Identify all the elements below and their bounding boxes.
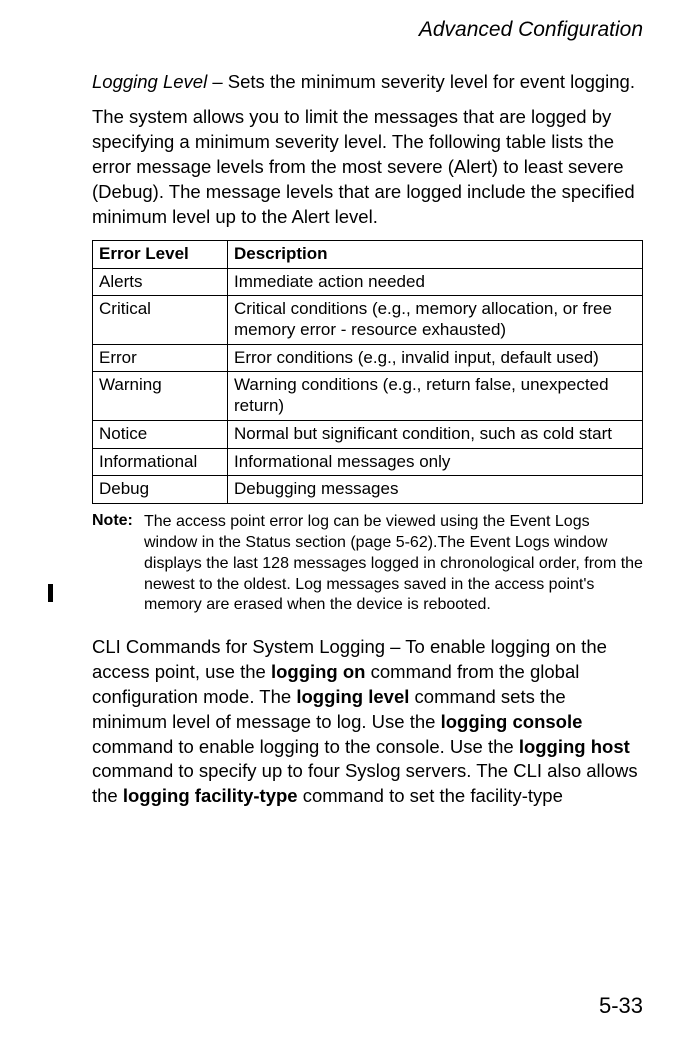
cell-level: Error	[93, 344, 228, 372]
change-bar-icon	[48, 584, 53, 602]
table-row: Warning Warning conditions (e.g., return…	[93, 372, 643, 420]
table-row: Informational Informational messages onl…	[93, 448, 643, 476]
table-row: Debug Debugging messages	[93, 476, 643, 504]
term-logging-level: Logging Level	[92, 71, 207, 92]
cell-desc: Normal but significant condition, such a…	[228, 420, 643, 448]
cmd-logging-facility-type: logging facility-type	[123, 785, 298, 806]
cell-desc: Informational messages only	[228, 448, 643, 476]
page-number: 5-33	[599, 993, 643, 1019]
cell-desc: Critical conditions (e.g., memory alloca…	[228, 296, 643, 344]
cell-desc: Immediate action needed	[228, 268, 643, 296]
table-row: Notice Normal but significant condition,…	[93, 420, 643, 448]
intro-paragraph: The system allows you to limit the messa…	[92, 105, 643, 230]
cli-text: command to enable logging to the console…	[92, 736, 519, 757]
cell-level: Warning	[93, 372, 228, 420]
cell-level: Critical	[93, 296, 228, 344]
cmd-logging-on: logging on	[271, 661, 366, 682]
cell-level: Debug	[93, 476, 228, 504]
term-rest: – Sets the minimum severity level for ev…	[207, 71, 635, 92]
page: Advanced Configuration Logging Level – S…	[0, 0, 699, 1047]
note-label: Note:	[92, 512, 144, 530]
cell-level: Alerts	[93, 268, 228, 296]
cell-level: Informational	[93, 448, 228, 476]
running-header: Advanced Configuration	[92, 0, 643, 70]
cell-desc: Debugging messages	[228, 476, 643, 504]
error-level-table: Error Level Description Alerts Immediate…	[92, 240, 643, 504]
col-header-desc: Description	[228, 240, 643, 268]
cell-desc: Warning conditions (e.g., return false, …	[228, 372, 643, 420]
cli-paragraph: CLI Commands for System Logging – To ena…	[92, 635, 643, 810]
note-text: The access point error log can be viewed…	[144, 512, 643, 616]
cli-text: command to set the facility-type	[298, 785, 563, 806]
cell-level: Notice	[93, 420, 228, 448]
cmd-logging-host: logging host	[519, 736, 630, 757]
table-row: Alerts Immediate action needed	[93, 268, 643, 296]
cell-desc: Error conditions (e.g., invalid input, d…	[228, 344, 643, 372]
table-row: Critical Critical conditions (e.g., memo…	[93, 296, 643, 344]
logging-level-def: Logging Level – Sets the minimum severit…	[92, 70, 643, 95]
table-header-row: Error Level Description	[93, 240, 643, 268]
cmd-logging-console: logging console	[441, 711, 583, 732]
note-block: Note: The access point error log can be …	[92, 512, 643, 616]
cmd-logging-level: logging level	[296, 686, 409, 707]
table-row: Error Error conditions (e.g., invalid in…	[93, 344, 643, 372]
col-header-level: Error Level	[93, 240, 228, 268]
